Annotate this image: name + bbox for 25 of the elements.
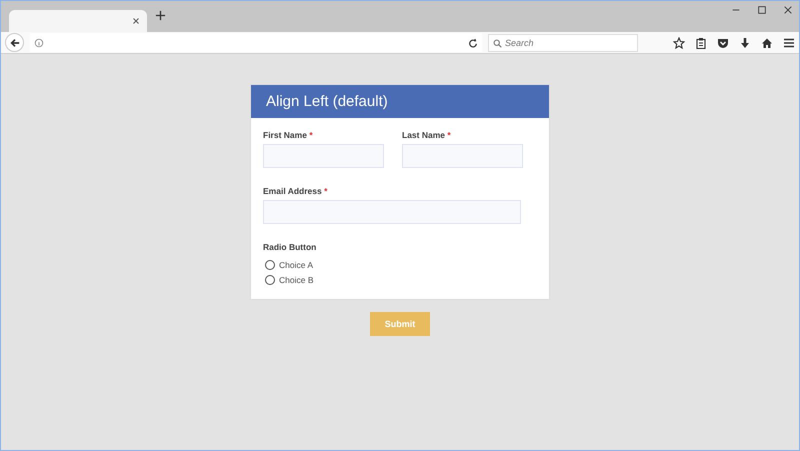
maximize-icon[interactable] (757, 5, 767, 15)
plus-icon[interactable] (155, 10, 166, 21)
close-icon[interactable] (131, 16, 141, 26)
input-field[interactable] (263, 144, 384, 168)
field-label: Email Address * (263, 186, 328, 196)
radio-option[interactable]: Choice A (263, 260, 537, 270)
home-icon[interactable] (761, 36, 773, 48)
form-title: Align Left (default) (251, 85, 549, 118)
field-label: Last Name * (402, 130, 452, 140)
menu-icon[interactable] (783, 36, 795, 48)
input-field[interactable] (402, 144, 523, 168)
info-icon[interactable] (34, 38, 44, 48)
field-label: First Name * (263, 130, 314, 140)
clipboard-icon[interactable] (695, 36, 707, 48)
radio-option[interactable]: Choice B (263, 275, 537, 285)
arrow-icon (10, 38, 20, 48)
input-field[interactable] (263, 200, 521, 224)
back-button[interactable] (5, 33, 24, 52)
download-icon[interactable] (739, 36, 751, 48)
search-field[interactable]: Search (488, 34, 638, 52)
radio-group-label: Radio Button (263, 242, 318, 252)
close-icon[interactable] (783, 5, 793, 15)
star-icon[interactable] (673, 36, 685, 48)
pocket-icon[interactable] (717, 36, 729, 48)
reload-icon[interactable] (468, 38, 478, 48)
